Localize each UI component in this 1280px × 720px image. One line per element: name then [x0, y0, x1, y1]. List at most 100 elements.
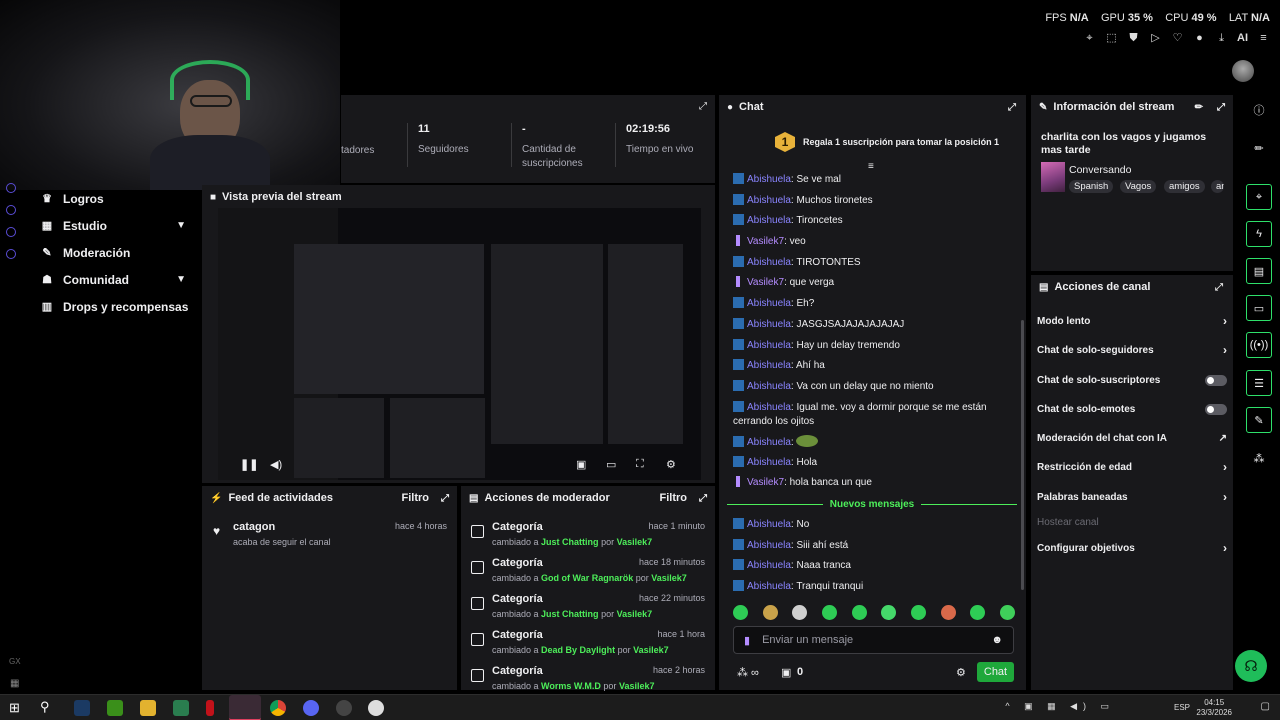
- chat-username[interactable]: Abishuela: [747, 581, 791, 592]
- chat-username[interactable]: Abishuela: [747, 319, 791, 330]
- popout-icon[interactable]: ⤢: [1217, 102, 1225, 113]
- sub-leaderboard-banner[interactable]: 1 Regala 1 suscripción para tomar la pos…: [735, 127, 1020, 157]
- action-banned-words[interactable]: Palabras baneadas ›: [1037, 489, 1227, 505]
- action-slow-mode[interactable]: Modo lento ›: [1037, 313, 1227, 329]
- emotes-only-toggle[interactable]: [1205, 403, 1227, 415]
- popout-icon[interactable]: ⤢: [699, 101, 707, 112]
- heart-icon[interactable]: ♡: [1171, 32, 1184, 45]
- chat-username[interactable]: Abishuela: [747, 402, 791, 413]
- store-icon[interactable]: [173, 700, 189, 716]
- chat-username[interactable]: Vasilek7: [747, 277, 784, 288]
- chat-send-button[interactable]: Chat: [977, 662, 1014, 682]
- chat-username[interactable]: Vasilek7: [747, 236, 784, 247]
- tag[interactable]: Vagos: [1120, 180, 1157, 193]
- crop-icon[interactable]: ⬚: [1105, 32, 1118, 45]
- chat-username[interactable]: Abishuela: [747, 560, 791, 571]
- emote-icon[interactable]: [821, 605, 837, 620]
- chat-username[interactable]: Abishuela: [747, 437, 791, 448]
- mod-user[interactable]: Vasilek7: [651, 573, 687, 583]
- chat-username[interactable]: Abishuela: [747, 195, 791, 206]
- user-icon[interactable]: ●: [1193, 32, 1206, 45]
- list-icon[interactable]: ☰: [1246, 370, 1272, 396]
- chat-username[interactable]: Abishuela: [747, 174, 791, 185]
- stream-category[interactable]: Conversando: [1069, 164, 1131, 176]
- sidebar-dot-icon[interactable]: [6, 205, 16, 215]
- menu-icon[interactable]: ≡: [1257, 32, 1270, 45]
- popout-icon[interactable]: ⤢: [441, 493, 449, 504]
- tray-icons[interactable]: ^ ▣ ▦ ◀) ▭: [1005, 701, 1115, 712]
- discord-icon[interactable]: [303, 700, 319, 716]
- steam-icon[interactable]: [74, 700, 90, 716]
- mic-icon[interactable]: ▮: [744, 634, 750, 647]
- obs-icon[interactable]: [336, 700, 352, 716]
- gift-icon[interactable]: ▣: [781, 666, 791, 679]
- popout-icon[interactable]: ⤢: [1215, 282, 1225, 293]
- download-icon[interactable]: ⤓: [1215, 32, 1228, 45]
- nav-item-estudio[interactable]: ▦ Estudio ▼: [30, 212, 200, 239]
- mod-category[interactable]: Just Chatting: [541, 537, 599, 547]
- notification-icon[interactable]: ▢: [1261, 701, 1270, 712]
- emote-icon[interactable]: [792, 605, 808, 620]
- sidebar-dot-icon[interactable]: [6, 183, 16, 193]
- broadcast-icon[interactable]: ((•)): [1246, 332, 1272, 358]
- mod-user[interactable]: Vasilek7: [617, 537, 653, 547]
- pause-icon[interactable]: ❚❚: [240, 458, 258, 471]
- mod-category[interactable]: God of War Ragnarök: [541, 573, 633, 583]
- chat-username[interactable]: Abishuela: [747, 298, 791, 309]
- tag[interactable]: amigos: [1164, 180, 1205, 193]
- windows-start-icon[interactable]: ⊞: [9, 700, 20, 716]
- app-icon[interactable]: [368, 700, 384, 716]
- pin-icon[interactable]: ⌖: [1083, 32, 1096, 45]
- action-goals[interactable]: Configurar objetivos ›: [1037, 540, 1227, 556]
- action-ai-moderation[interactable]: Moderación del chat con IA ↗: [1037, 430, 1227, 446]
- chat-username[interactable]: Vasilek7: [747, 477, 784, 488]
- chat-username[interactable]: Abishuela: [747, 257, 791, 268]
- bolt-icon[interactable]: ϟ: [1246, 221, 1272, 247]
- stream-preview-video[interactable]: [218, 208, 701, 480]
- language-indicator[interactable]: ESP: [1174, 703, 1190, 712]
- chat-username[interactable]: Abishuela: [747, 540, 791, 551]
- nav-item-comunidad[interactable]: ☗ Comunidad ▼: [30, 266, 200, 293]
- play-icon[interactable]: ▷: [1149, 32, 1162, 45]
- action-followers-only[interactable]: Chat de solo-seguidores ›: [1037, 342, 1227, 358]
- emote-icon[interactable]: [881, 605, 897, 620]
- clock[interactable]: 04:15 23/3/2026: [1196, 698, 1232, 718]
- nav-item-drops[interactable]: ▥ Drops y recompensas: [30, 293, 200, 320]
- nvidia-icon[interactable]: [107, 700, 123, 716]
- channel-points-icon[interactable]: ⁂ ∞: [737, 666, 759, 679]
- avatar[interactable]: [1232, 60, 1254, 82]
- wrench-icon[interactable]: ✎: [1246, 407, 1272, 433]
- emoji-icon[interactable]: ☻: [991, 634, 1003, 646]
- theater-icon[interactable]: ▭: [606, 458, 616, 471]
- edit-icon[interactable]: ✏: [1246, 135, 1272, 161]
- target-icon[interactable]: ⌖: [1246, 184, 1272, 210]
- ai-button[interactable]: AI: [1237, 32, 1248, 45]
- emote-icon[interactable]: [851, 605, 867, 620]
- subs-only-toggle[interactable]: [1205, 374, 1227, 386]
- mod-category[interactable]: Worms W.M.D: [541, 681, 601, 691]
- category-thumbnail[interactable]: [1041, 162, 1065, 192]
- gear-icon[interactable]: ⚙: [666, 458, 676, 471]
- filter-button[interactable]: Filtro: [660, 492, 688, 504]
- sidebar-dot-icon[interactable]: [6, 227, 16, 237]
- mod-user[interactable]: Vasilek7: [633, 645, 669, 655]
- emote-icon[interactable]: [733, 605, 748, 620]
- fullscreen-icon[interactable]: ⛶: [636, 458, 644, 471]
- chrome-icon[interactable]: [270, 700, 286, 716]
- tag[interactable]: Spanish: [1069, 180, 1114, 193]
- gear-icon[interactable]: ⚙: [956, 666, 966, 679]
- chat-username[interactable]: Abishuela: [747, 519, 791, 530]
- emote-icon[interactable]: [940, 605, 956, 620]
- action-age-restriction[interactable]: Restricción de edad ›: [1037, 459, 1227, 475]
- chat-input[interactable]: [762, 634, 992, 646]
- edit-icon[interactable]: ✏: [1195, 102, 1203, 113]
- community-icon[interactable]: ⁂: [1246, 445, 1272, 471]
- emote-icon[interactable]: [762, 605, 778, 620]
- search-icon[interactable]: ⚲: [40, 699, 50, 715]
- mod-category[interactable]: Just Chatting: [541, 609, 599, 619]
- chat-bubble-icon[interactable]: ▭: [1246, 295, 1272, 321]
- emote-icon[interactable]: [910, 605, 926, 620]
- grid-icon[interactable]: ▦: [10, 678, 19, 689]
- chat-username[interactable]: Abishuela: [747, 381, 791, 392]
- chat-username[interactable]: Abishuela: [747, 340, 791, 351]
